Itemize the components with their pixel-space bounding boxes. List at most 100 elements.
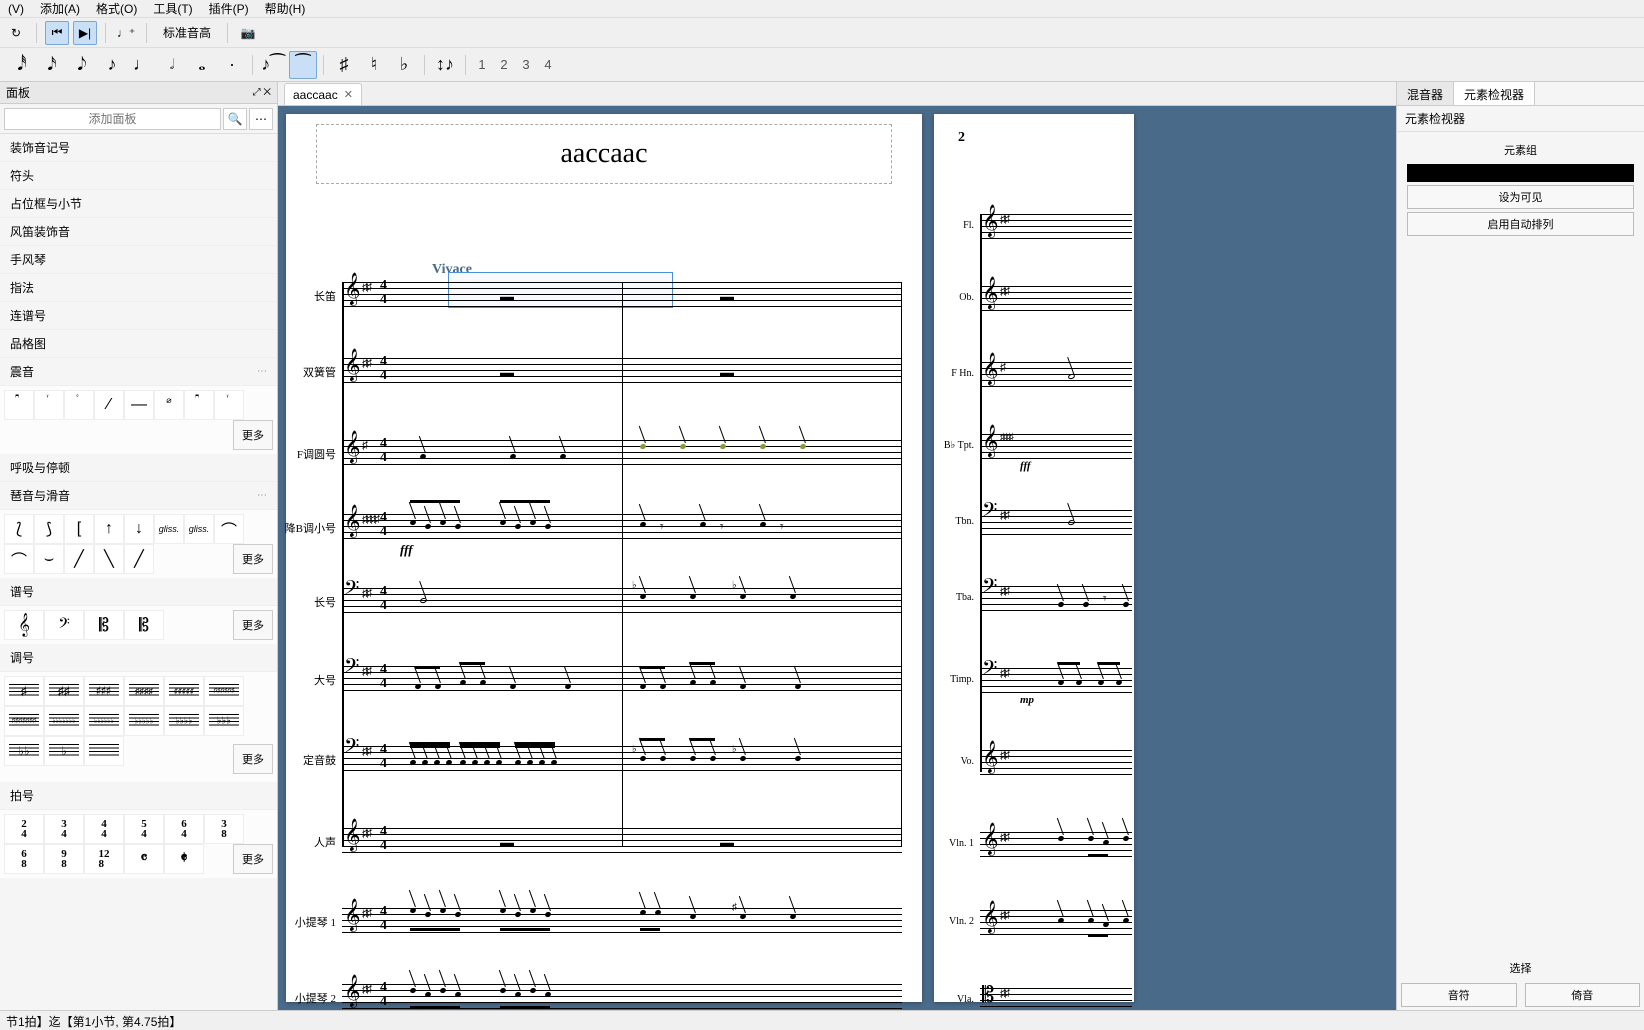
note-64th[interactable]: 𝅘𝅥𝅰 [8,51,36,79]
ts-44[interactable]: 44 [84,814,124,844]
palette-list[interactable]: 装饰音记号 符头 占位框与小节 风笛装饰音 手风琴 指法 连谱号 品格图 震音⋯… [0,134,277,1010]
key-3flat[interactable]: ♭♭♭ [204,706,244,736]
menu-view[interactable]: (V) [4,1,28,17]
slur-icon[interactable]: ⁀ [289,51,317,79]
note-button[interactable]: 音符 [1401,983,1517,1007]
note-half[interactable]: 𝅗𝅥 [158,51,186,79]
key-2flat[interactable]: ♭♭ [4,736,44,766]
ts-cut[interactable]: 𝄵 [164,844,204,874]
voice-4[interactable]: 4 [538,53,558,77]
arp-2[interactable]: ⟆ [34,514,64,544]
palette-clefs[interactable]: 谱号 [0,578,277,606]
ts-128[interactable]: 128 [84,844,124,874]
key-1flat[interactable]: ♭ [44,736,84,766]
score-canvas[interactable]: aaccaac Vivace 长笛 𝄞♯♯44 ▬▬ 双簧管 𝄞♯♯44 ▬▬ [278,106,1396,1010]
palette-timesigs[interactable]: 拍号 [0,782,277,810]
arp-6[interactable]: gliss. [154,514,184,544]
ts-common[interactable]: 𝄴 [124,844,164,874]
concert-pitch-toggle[interactable]: 标准音高 [155,24,219,41]
ts-more[interactable]: 更多 [233,844,273,874]
palette-frames[interactable]: 占位框与小节 [0,190,277,218]
sharp-icon[interactable]: ♯ [330,51,358,79]
tremolo-8[interactable]: 𝆫 [214,390,244,420]
key-6flat[interactable]: ♭♭♭♭♭♭ [84,706,124,736]
key-4flat[interactable]: ♭♭♭♭ [164,706,204,736]
ts-54[interactable]: 54 [124,814,164,844]
palette-ornaments[interactable]: 装饰音记号 [0,134,277,162]
palette-arpeggios[interactable]: 琶音与滑音⋯ [0,482,277,510]
camera-icon[interactable]: 📷 [236,21,260,45]
arp-5[interactable]: ↓ [124,514,154,544]
tie-icon[interactable]: ♪⁀ [259,51,287,79]
palette-search-input[interactable] [4,108,221,130]
clef-tenor[interactable]: 𝄡 [124,610,164,640]
arp-11[interactable]: ╱ [64,544,94,574]
palette-slurs[interactable]: 连谱号 [0,302,277,330]
palette-breaths[interactable]: 呼吸与停顿 [0,454,277,482]
flat-icon[interactable]: ♭ [390,51,418,79]
note-32nd[interactable]: 𝅘𝅥𝅯 [38,51,66,79]
keysig-more[interactable]: 更多 [233,744,273,774]
panel-controls[interactable]: ⤢ ✕ [253,87,271,98]
more-options-icon[interactable]: ⋯ [249,108,273,130]
auto-place-button[interactable]: 启用自动排列 [1407,212,1634,236]
staff-violin2[interactable]: 小提琴 2 𝄞♯♯44 [342,984,902,1008]
palette-fretboard[interactable]: 品格图 [0,330,277,358]
arp-1[interactable]: ⟅ [4,514,34,544]
key-5flat[interactable]: ♭♭♭♭♭ [124,706,164,736]
clef-treble[interactable]: 𝄞 [4,610,44,640]
arp-12[interactable]: ╲ [94,544,124,574]
arp-10[interactable]: ⌣ [34,544,64,574]
menu-help[interactable]: 帮助(H) [261,0,310,18]
natural-icon[interactable]: ♮ [360,51,388,79]
play-icon[interactable]: ▶| [73,21,97,45]
menu-tools[interactable]: 工具(T) [149,0,196,18]
ts-24[interactable]: 24 [4,814,44,844]
set-visible-button[interactable]: 设为可见 [1407,185,1634,209]
menu-format[interactable]: 格式(O) [92,0,141,18]
note-dot[interactable]: · [218,51,246,79]
menu-add[interactable]: 添加(A) [36,0,84,18]
palette-bagpipe[interactable]: 风笛装饰音 [0,218,277,246]
key-3sharp[interactable]: ♯♯♯ [84,676,124,706]
note-whole[interactable]: 𝅝 [188,51,216,79]
tremolo-3[interactable]: 𝆬 [64,390,94,420]
key-7sharp[interactable]: ♯♯♯♯♯♯♯ [4,706,44,736]
dynamic-fff[interactable]: fff [400,542,413,558]
key-2sharp[interactable]: ♯♯ [44,676,84,706]
palette-fingering[interactable]: 指法 [0,274,277,302]
palette-tremolo[interactable]: 震音⋯ [0,358,277,386]
clef-more[interactable]: 更多 [233,610,273,640]
ts-38[interactable]: 38 [204,814,244,844]
clef-alto[interactable]: 𝄡 [84,610,124,640]
arp-7[interactable]: gliss. [184,514,214,544]
palette-keysigs[interactable]: 调号 [0,644,277,672]
ts-34[interactable]: 34 [44,814,84,844]
arp-more[interactable]: 更多 [233,544,273,574]
clef-bass[interactable]: 𝄢 [44,610,84,640]
ts-98[interactable]: 98 [44,844,84,874]
search-icon[interactable]: 🔍 [223,108,247,130]
score-page-1[interactable]: aaccaac Vivace 长笛 𝄞♯♯44 ▬▬ 双簧管 𝄞♯♯44 ▬▬ [286,114,922,1002]
flip-icon[interactable]: ↕♪ [431,51,459,79]
voice-2[interactable]: 2 [494,53,514,77]
tremolo-1[interactable]: 𝆪 [4,390,34,420]
arp-3[interactable]: [ [64,514,94,544]
score-title[interactable]: aaccaac [561,138,648,170]
note-8th[interactable]: ♪ [98,51,126,79]
palette-accordion[interactable]: 手风琴 [0,246,277,274]
voice-3[interactable]: 3 [516,53,536,77]
menu-plugins[interactable]: 插件(P) [205,0,253,18]
barline[interactable] [622,282,623,847]
rewind-icon[interactable]: ↻ [4,21,28,45]
color-swatch[interactable] [1407,164,1634,182]
arp-8[interactable]: ⌒ [214,514,244,544]
key-4sharp[interactable]: ♯♯♯♯ [124,676,164,706]
palette-noteheads[interactable]: 符头 [0,162,277,190]
key-7flat[interactable]: ♭♭♭♭♭♭♭ [44,706,84,736]
ts-64[interactable]: 64 [164,814,204,844]
voice-1[interactable]: 1 [472,53,492,77]
key-cmaj[interactable] [84,736,124,766]
play-start-icon[interactable]: ⏮ [45,21,69,45]
arp-9[interactable]: ⌒ [4,544,34,574]
